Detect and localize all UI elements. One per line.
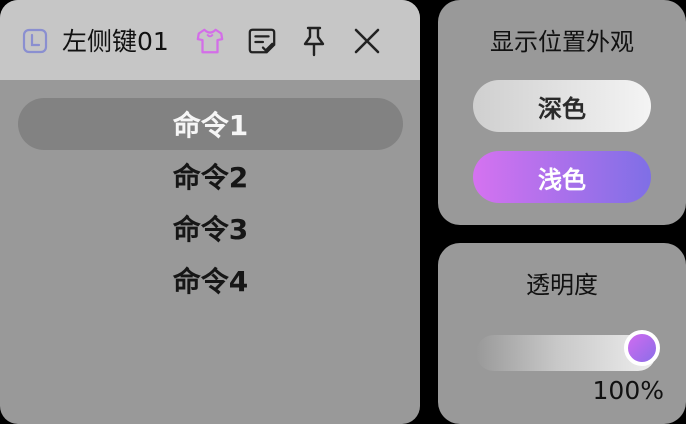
command-item-4[interactable]: 命令4 (18, 254, 403, 306)
dark-theme-button[interactable]: 深色 (473, 80, 651, 132)
window-title: 左侧键01 (62, 27, 169, 56)
appearance-title: 显示位置外观 (490, 28, 634, 56)
command-item-3[interactable]: 命令3 (18, 202, 403, 254)
command-list: 命令1 命令2 命令3 命令4 (18, 98, 403, 306)
command-item-1[interactable]: 命令1 (18, 98, 403, 150)
opacity-title: 透明度 (526, 271, 598, 299)
opacity-panel: 透明度 100% (438, 243, 686, 424)
shirt-icon[interactable] (195, 26, 225, 56)
command-panel: 左侧键01 命令1 命令2 命令3 命令4 (0, 0, 420, 424)
command-item-2[interactable]: 命令2 (18, 150, 403, 202)
close-icon[interactable] (352, 26, 382, 56)
appearance-panel: 显示位置外观 深色 浅色 (438, 0, 686, 225)
opacity-value: 100% (592, 376, 664, 405)
opacity-slider-thumb[interactable] (624, 330, 660, 366)
light-theme-button[interactable]: 浅色 (473, 151, 651, 203)
note-check-icon[interactable] (247, 26, 277, 56)
pin-icon[interactable] (299, 26, 329, 57)
clock-square-icon (20, 26, 50, 56)
title-bar: 左侧键01 (0, 0, 420, 80)
